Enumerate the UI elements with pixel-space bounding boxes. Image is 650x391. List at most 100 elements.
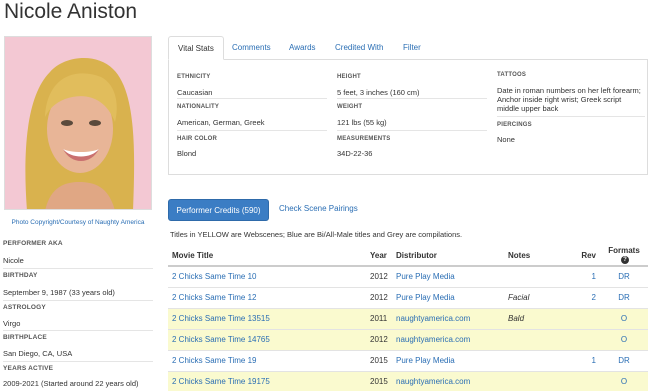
year-cell-cell: 2015 xyxy=(366,350,392,372)
stat-divider xyxy=(177,98,327,99)
movie-title-link[interactable]: 2 Chicks Same Time 19175 xyxy=(172,377,270,386)
sidebar-divider xyxy=(3,268,153,269)
performer-credits-button[interactable]: Performer Credits (590) xyxy=(168,199,269,221)
years-active-label: YEARS ACTIVE xyxy=(3,365,54,372)
measurements-value: 34D-22-36 xyxy=(337,149,373,158)
tab-awards[interactable]: Awards xyxy=(280,36,325,60)
col-rev[interactable]: Rev xyxy=(576,245,600,267)
movie-title-link[interactable]: 2 Chicks Same Time 12 xyxy=(172,293,256,302)
formats-link[interactable]: DR xyxy=(618,293,630,302)
notes-cell-cell xyxy=(504,350,576,372)
notes-cell-cell xyxy=(504,329,576,351)
col-movie-title[interactable]: Movie Title xyxy=(168,245,366,267)
nationality-value: American, German, Greek xyxy=(177,118,265,127)
year-cell-cell: 2012 xyxy=(366,266,392,288)
distributor-link[interactable]: naughtyamerica.com xyxy=(396,335,470,344)
tab-filter[interactable]: Filter xyxy=(394,36,430,60)
profile-tabs: Vital Stats Comments Awards Credited Wit… xyxy=(168,36,648,60)
tab-vital-stats[interactable]: Vital Stats xyxy=(168,36,224,60)
rev-cell: 1 xyxy=(576,350,600,372)
movie-title-cell: 2 Chicks Same Time 13515 xyxy=(168,308,366,330)
year-cell: 2015 xyxy=(370,356,388,365)
birthday-age: (33 years old) xyxy=(69,288,115,297)
movie-title-cell: 2 Chicks Same Time 14765 xyxy=(168,329,366,351)
hair-value: Blond xyxy=(177,149,197,158)
piercings-value: None xyxy=(497,135,515,144)
weight-label: WEIGHT xyxy=(337,104,363,110)
performer-photo xyxy=(4,36,152,210)
col-notes[interactable]: Notes xyxy=(504,245,576,267)
movie-title-link[interactable]: 2 Chicks Same Time 14765 xyxy=(172,335,270,344)
stat-divider xyxy=(497,116,645,117)
distributor-cell: naughtyamerica.com xyxy=(392,308,504,330)
movie-title-cell: 2 Chicks Same Time 19175 xyxy=(168,371,366,391)
col-distributor[interactable]: Distributor xyxy=(392,245,504,267)
distributor-cell: Pure Play Media xyxy=(392,266,504,288)
vital-stats-panel: ETHNICITY Caucasian NATIONALITY American… xyxy=(168,60,648,175)
table-row: 2 Chicks Same Time 10 2012 Pure Play Media… xyxy=(168,266,648,288)
movie-title-cell: 2 Chicks Same Time 19 xyxy=(168,350,366,372)
photo-credit[interactable]: Photo Copyright/Courtesy of Naughty Amer… xyxy=(4,219,152,227)
table-header-row: Movie Title Year Distributor Notes Rev F… xyxy=(168,245,648,267)
formats-cell: O xyxy=(600,308,648,330)
formats-cell: DR xyxy=(600,287,648,309)
notes-cell-cell xyxy=(504,371,576,391)
rev-cell: 1 xyxy=(576,266,600,288)
distributor-link[interactable]: Pure Play Media xyxy=(396,293,455,302)
help-icon[interactable]: ? xyxy=(621,255,629,264)
aka-value: Nicole xyxy=(3,256,24,265)
col-year[interactable]: Year xyxy=(366,245,392,267)
formats-cell: DR xyxy=(600,350,648,372)
formats-link[interactable]: DR xyxy=(618,356,630,365)
tab-comments[interactable]: Comments xyxy=(223,36,280,60)
formats-cell: O xyxy=(600,371,648,391)
height-label: HEIGHT xyxy=(337,74,361,80)
distributor-cell: Pure Play Media xyxy=(392,350,504,372)
aka-label: PERFORMER AKA xyxy=(3,240,63,247)
birthday-link[interactable]: September 9, 1987 xyxy=(3,288,67,297)
check-scene-pairings-link[interactable]: Check Scene Pairings xyxy=(279,204,358,213)
distributor-cell: Pure Play Media xyxy=(392,287,504,309)
notes-cell-cell: Facial xyxy=(504,287,576,309)
rev-link[interactable]: 1 xyxy=(592,272,596,281)
table-row: 2 Chicks Same Time 14765 2012 naughtyameri… xyxy=(168,329,648,351)
birthplace-label: BIRTHPLACE xyxy=(3,334,47,341)
notes-cell: Facial xyxy=(508,293,530,302)
col-formats[interactable]: Formats? xyxy=(600,245,648,267)
rev-link[interactable]: 2 xyxy=(592,293,596,302)
measurements-label: MEASUREMENTS xyxy=(337,136,391,142)
movie-title-link[interactable]: 2 Chicks Same Time 13515 xyxy=(172,314,270,323)
table-row: 2 Chicks Same Time 13515 2011 naughtyameri… xyxy=(168,308,648,330)
movie-title-link[interactable]: 2 Chicks Same Time 10 xyxy=(172,272,256,281)
tattoos-value: Date in roman numbers on her left forear… xyxy=(497,86,641,113)
stat-divider xyxy=(177,130,327,131)
table-row: 2 Chicks Same Time 12 2012 Pure Play Media… xyxy=(168,287,648,309)
distributor-link[interactable]: naughtyamerica.com xyxy=(396,314,470,323)
formats-link[interactable]: DR xyxy=(618,272,630,281)
ethnicity-label: ETHNICITY xyxy=(177,74,211,80)
hair-label: HAIR COLOR xyxy=(177,136,217,142)
tab-credited-with[interactable]: Credited With xyxy=(326,36,392,60)
rev-cell: 2 xyxy=(576,287,600,309)
movie-title-cell: 2 Chicks Same Time 12 xyxy=(168,287,366,309)
astrology-label: ASTROLOGY xyxy=(3,304,46,311)
distributor-link[interactable]: Pure Play Media xyxy=(396,272,455,281)
distributor-link[interactable]: Pure Play Media xyxy=(396,356,455,365)
distributor-cell: naughtyamerica.com xyxy=(392,371,504,391)
rev-cell xyxy=(576,329,600,351)
sidebar-divider xyxy=(3,361,153,362)
performer-name: Nicole Aniston xyxy=(4,0,138,23)
rev-cell xyxy=(576,371,600,391)
sidebar-divider xyxy=(3,300,153,301)
formats-link[interactable]: O xyxy=(621,377,627,386)
movie-title-link[interactable]: 2 Chicks Same Time 19 xyxy=(172,356,256,365)
year-cell-cell: 2012 xyxy=(366,329,392,351)
formats-link[interactable]: O xyxy=(621,314,627,323)
astrology-link[interactable]: Virgo xyxy=(3,319,20,328)
formats-link[interactable]: O xyxy=(621,335,627,344)
year-cell: 2012 xyxy=(370,272,388,282)
piercings-label: PIERCINGS xyxy=(497,122,532,128)
nationality-label: NATIONALITY xyxy=(177,104,220,110)
distributor-link[interactable]: naughtyamerica.com xyxy=(396,377,470,386)
rev-link[interactable]: 1 xyxy=(592,356,596,365)
